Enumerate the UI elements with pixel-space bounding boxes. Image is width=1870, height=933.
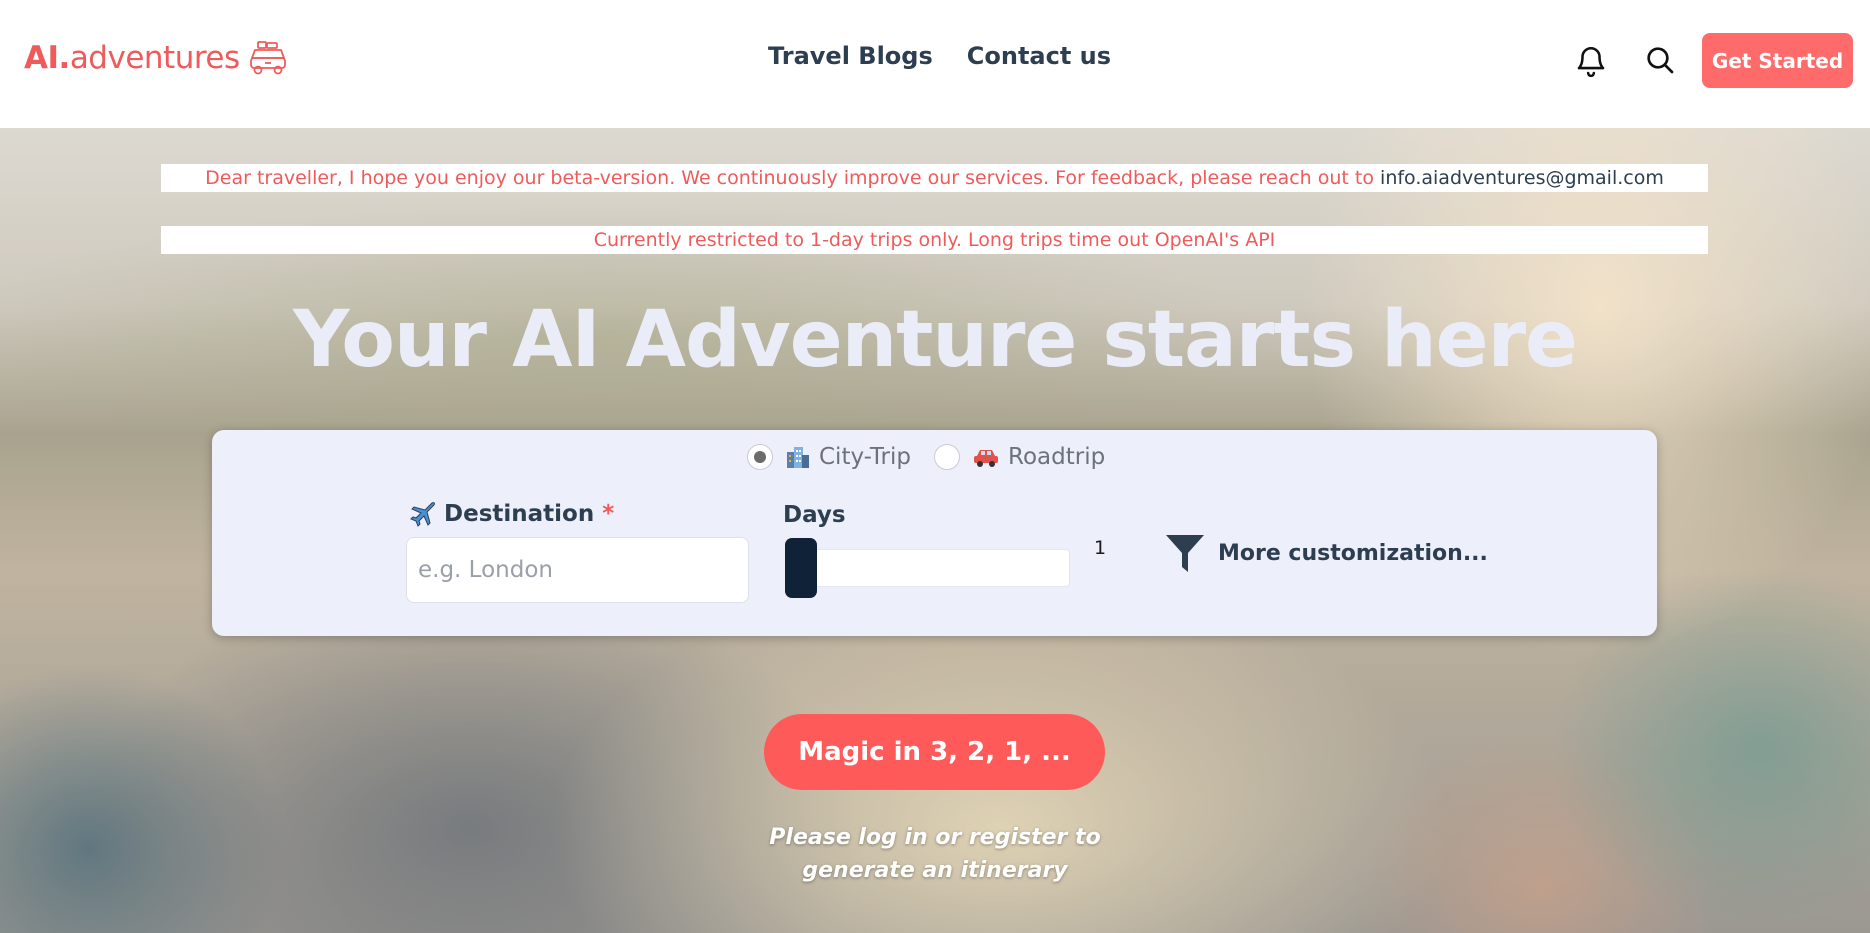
login-note: Please log in or register to generate an… [735, 821, 1135, 887]
filter-icon [1166, 535, 1204, 572]
trip-type-city[interactable]: City-Trip [747, 444, 911, 470]
days-slider-thumb[interactable] [785, 538, 817, 598]
feedback-email[interactable]: info.aiadventures@gmail.com [1380, 167, 1664, 189]
feedback-notice: Dear traveller, I hope you enjoy our bet… [161, 164, 1708, 192]
login-note-line2: generate an itinerary [802, 858, 1068, 883]
login-note-line1: Please log in or register to [769, 825, 1101, 850]
car-with-luggage-icon [249, 41, 286, 75]
days-slider-track[interactable] [786, 549, 1070, 587]
more-customization-button[interactable]: More customization... [1164, 532, 1488, 574]
required-marker: * [602, 501, 615, 527]
feedback-text: Dear traveller, I hope you enjoy our bet… [205, 167, 1381, 189]
logo-adventures-text: adventures [69, 40, 240, 76]
city-trip-label: City-Trip [819, 444, 911, 470]
magic-generate-button[interactable]: Magic in 3, 2, 1, ... [764, 714, 1105, 790]
destination-label: Destination * [408, 500, 614, 528]
roadtrip-radio[interactable] [934, 444, 960, 470]
hero-title: Your AI Adventure starts here [293, 295, 1578, 385]
trip-type-roadtrip[interactable]: Roadtrip [934, 444, 1105, 470]
destination-label-text: Destination [444, 501, 595, 527]
main-nav: Travel Blogs Contact us [768, 42, 1111, 70]
car-icon [972, 446, 1000, 468]
top-header: AI. adventures Travel Blogs Contact us Ge… [0, 0, 1870, 128]
nav-link-travel-blogs[interactable]: Travel Blogs [768, 42, 933, 70]
days-value: 1 [1094, 537, 1107, 559]
city-trip-radio[interactable] [747, 444, 773, 470]
airplane-icon [408, 500, 436, 528]
days-label: Days [783, 502, 846, 528]
restriction-notice: Currently restricted to 1-day trips only… [161, 226, 1708, 254]
nav-link-contact-us[interactable]: Contact us [967, 42, 1111, 70]
more-customization-label: More customization... [1218, 540, 1488, 566]
hero-section: Dear traveller, I hope you enjoy our bet… [0, 128, 1870, 933]
destination-input[interactable] [406, 537, 749, 603]
search-icon[interactable] [1644, 44, 1676, 80]
roadtrip-label: Roadtrip [1008, 444, 1106, 470]
logo-ai-text: AI. [24, 40, 70, 76]
trip-form-card: City-Trip Roadtrip Destination * e.g. Lo… [212, 430, 1657, 636]
bell-icon[interactable] [1574, 44, 1608, 82]
get-started-button[interactable]: Get Started [1702, 33, 1853, 88]
city-buildings-icon [785, 444, 811, 470]
logo[interactable]: AI. adventures [24, 40, 288, 76]
